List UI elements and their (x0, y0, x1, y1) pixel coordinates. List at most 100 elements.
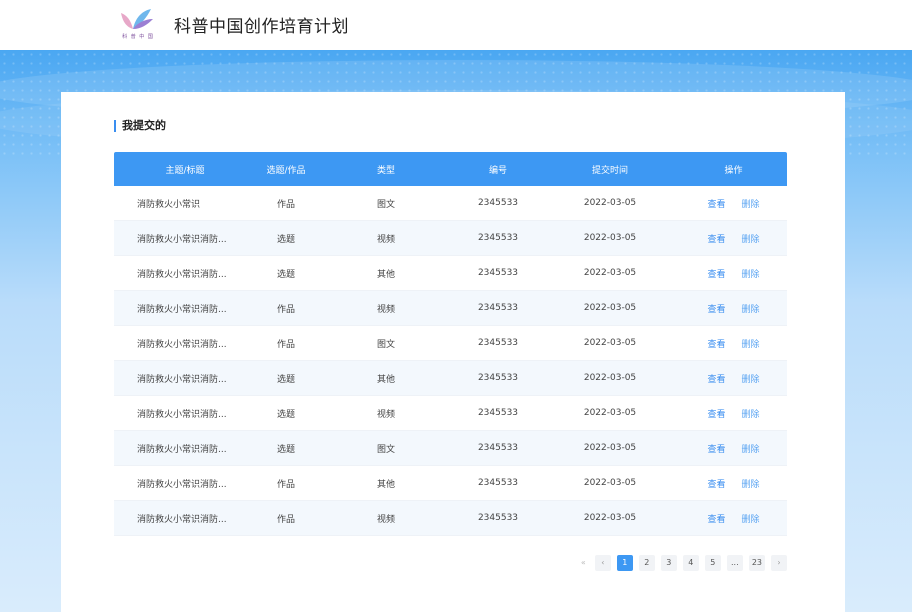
cell-code: 2345533 (477, 303, 519, 313)
cell-actions: 查看 删除 (680, 407, 787, 420)
page-button-4[interactable]: 4 (682, 555, 699, 571)
cell-kind: 作品 (276, 339, 295, 350)
cell-kind: 作品 (276, 199, 295, 210)
cell-code: 2345533 (477, 513, 519, 523)
cell-kind: 选题 (276, 444, 295, 455)
delete-link[interactable]: 删除 (742, 477, 760, 490)
page-button-3[interactable]: 3 (660, 555, 677, 571)
column-header-title: 主题/标题 (165, 165, 205, 176)
table-row: 消防救火小常识消防... 作品 视频 2345533 2022-03-05 查看 删除 (114, 501, 787, 536)
table-row: 消防救火小常识消防... 选题 视频 2345533 2022-03-05 查看 删除 (114, 221, 787, 256)
view-link[interactable]: 查看 (707, 302, 725, 315)
column-header-type: 类型 (376, 165, 395, 176)
cell-date: 2022-03-05 (583, 338, 637, 348)
cell-date: 2022-03-05 (583, 303, 637, 313)
cell-type: 图文 (376, 444, 395, 455)
page-button-1[interactable]: 1 (616, 555, 633, 571)
cell-code: 2345533 (477, 233, 519, 243)
prev-page-button[interactable]: ‹ (594, 555, 611, 571)
pagination: « ‹ 1 2 3 4 5 ... 23 › (578, 555, 787, 571)
cell-date: 2022-03-05 (583, 513, 637, 523)
table-row: 消防救火小常识 作品 图文 2345533 2022-03-05 查看 删除 (114, 186, 787, 221)
cell-type: 其他 (376, 374, 395, 385)
cell-date: 2022-03-05 (583, 408, 637, 418)
cell-type: 其他 (376, 479, 395, 490)
cell-type: 视频 (376, 234, 395, 245)
cell-kind: 选题 (276, 374, 295, 385)
cell-type: 视频 (376, 409, 395, 420)
table-row: 消防救火小常识消防... 作品 视频 2345533 2022-03-05 查看 删除 (114, 291, 787, 326)
cell-title: 消防救火小常识消防... (137, 304, 227, 315)
delete-link[interactable]: 删除 (742, 407, 760, 420)
view-link[interactable]: 查看 (707, 197, 725, 210)
cell-actions: 查看 删除 (680, 477, 787, 490)
section-title: 我提交的 (114, 120, 166, 132)
cell-kind: 选题 (276, 409, 295, 420)
cell-kind: 作品 (276, 479, 295, 490)
next-page-button[interactable]: › (771, 555, 787, 571)
column-header-actions: 操作 (724, 165, 743, 176)
cell-date: 2022-03-05 (583, 233, 637, 243)
view-link[interactable]: 查看 (707, 337, 725, 350)
view-link[interactable]: 查看 (707, 442, 725, 455)
view-link[interactable]: 查看 (707, 267, 725, 280)
table-row: 消防救火小常识消防... 选题 其他 2345533 2022-03-05 查看 删除 (114, 361, 787, 396)
page-button-5[interactable]: 5 (704, 555, 721, 571)
table-row: 消防救火小常识消防... 作品 图文 2345533 2022-03-05 查看 删除 (114, 326, 787, 361)
cell-code: 2345533 (477, 198, 519, 208)
first-page-button[interactable]: « (578, 555, 589, 571)
cell-code: 2345533 (477, 338, 519, 348)
view-link[interactable]: 查看 (707, 407, 725, 420)
table-row: 消防救火小常识消防... 选题 视频 2345533 2022-03-05 查看 删除 (114, 396, 787, 431)
cell-code: 2345533 (477, 478, 519, 488)
delete-link[interactable]: 删除 (742, 337, 760, 350)
cell-title: 消防救火小常识消防... (137, 374, 227, 385)
delete-link[interactable]: 删除 (742, 197, 760, 210)
cell-date: 2022-03-05 (583, 443, 637, 453)
column-header-kind: 选题/作品 (266, 165, 306, 176)
cell-type: 视频 (376, 304, 395, 315)
cell-type: 其他 (376, 269, 395, 280)
view-link[interactable]: 查看 (707, 372, 725, 385)
cell-title: 消防救火小常识消防... (137, 479, 227, 490)
cell-date: 2022-03-05 (583, 478, 637, 488)
cell-actions: 查看 删除 (680, 442, 787, 455)
site-title: 科普中国创作培育计划 (174, 17, 349, 37)
delete-link[interactable]: 删除 (742, 232, 760, 245)
cell-code: 2345533 (477, 443, 519, 453)
cell-kind: 选题 (276, 234, 295, 245)
cell-code: 2345533 (477, 373, 519, 383)
view-link[interactable]: 查看 (707, 512, 725, 525)
cell-title: 消防救火小常识消防... (137, 234, 227, 245)
cell-title: 消防救火小常识消防... (137, 514, 227, 525)
delete-link[interactable]: 删除 (742, 372, 760, 385)
cell-type: 视频 (376, 514, 395, 525)
delete-link[interactable]: 删除 (742, 302, 760, 315)
top-header: 科 普 中 国 科普中国创作培育计划 (0, 0, 912, 50)
view-link[interactable]: 查看 (707, 232, 725, 245)
table-row: 消防救火小常识消防... 选题 图文 2345533 2022-03-05 查看 删除 (114, 431, 787, 466)
delete-link[interactable]: 删除 (742, 512, 760, 525)
cell-kind: 作品 (276, 514, 295, 525)
cell-type: 图文 (376, 199, 395, 210)
page-button-2[interactable]: 2 (638, 555, 655, 571)
cell-actions: 查看 删除 (680, 372, 787, 385)
delete-link[interactable]: 删除 (742, 442, 760, 455)
cell-actions: 查看 删除 (680, 337, 787, 350)
table-row: 消防救火小常识消防... 选题 其他 2345533 2022-03-05 查看 删除 (114, 256, 787, 291)
page-ellipsis: ... (726, 555, 743, 571)
cell-title: 消防救火小常识消防... (137, 444, 227, 455)
page-button-23[interactable]: 23 (748, 555, 765, 571)
table-header: 主题/标题 选题/作品 类型 编号 提交时间 操作 (114, 152, 787, 186)
cell-date: 2022-03-05 (583, 198, 637, 208)
cell-title: 消防救火小常识消防... (137, 269, 227, 280)
delete-link[interactable]: 删除 (742, 267, 760, 280)
logo-caption: 科 普 中 国 (122, 34, 154, 40)
cell-date: 2022-03-05 (583, 268, 637, 278)
cell-code: 2345533 (477, 268, 519, 278)
table-row: 消防救火小常识消防... 作品 其他 2345533 2022-03-05 查看 删除 (114, 466, 787, 501)
cell-title: 消防救火小常识消防... (137, 339, 227, 350)
table-body: 消防救火小常识 作品 图文 2345533 2022-03-05 查看 删除 消防救火小常识消… (114, 186, 787, 536)
view-link[interactable]: 查看 (707, 477, 725, 490)
column-header-code: 编号 (488, 165, 507, 176)
